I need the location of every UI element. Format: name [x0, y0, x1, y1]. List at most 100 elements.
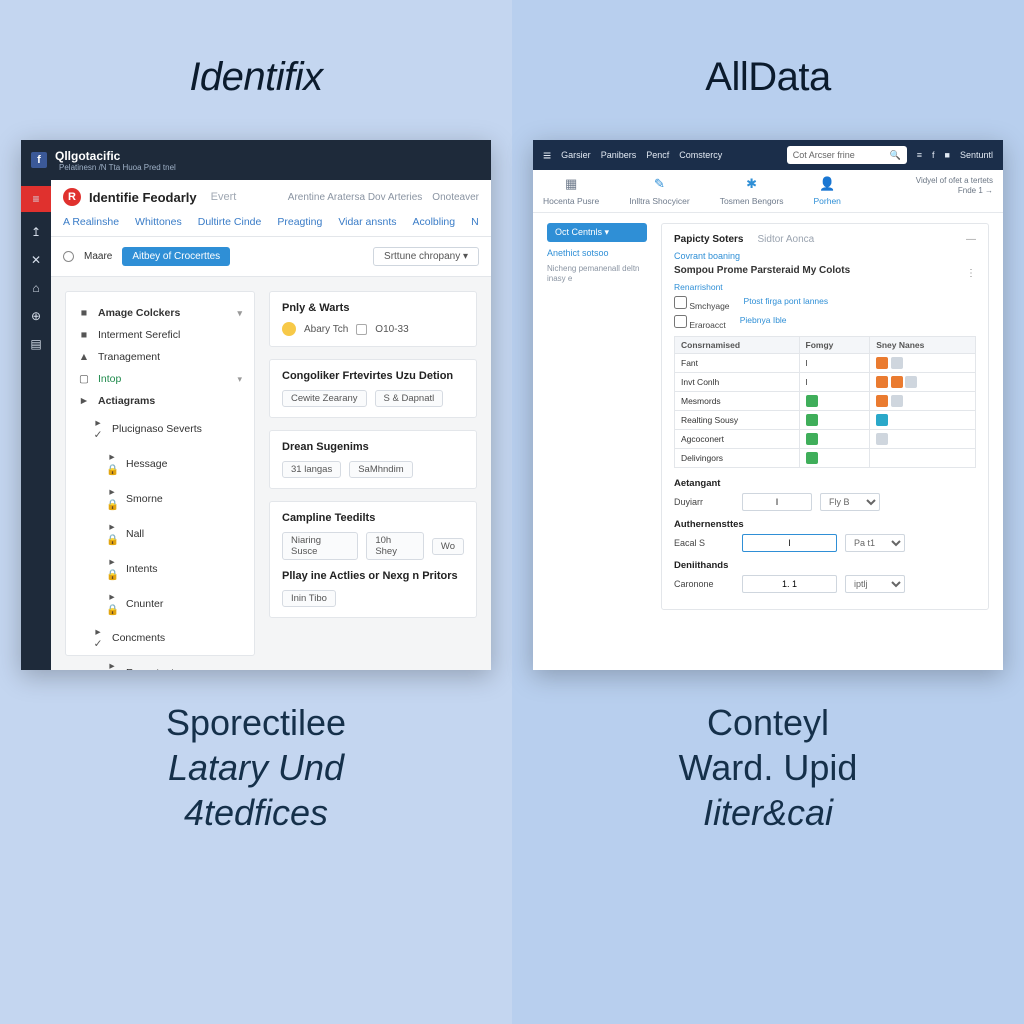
brand-name: Qllgotacific: [55, 149, 176, 163]
tab-5[interactable]: Acolbling: [413, 216, 456, 228]
panel-tab-2[interactable]: Sidtor Aonca: [757, 234, 814, 245]
tab-6[interactable]: N: [471, 216, 479, 228]
sidebar-item-1[interactable]: ■Interment Sereficl: [66, 324, 254, 346]
navtab-1[interactable]: ✎Inlltra Shocyicer: [629, 176, 689, 206]
cell: Agcoconert: [675, 430, 800, 449]
sidebar-item-8[interactable]: ▸ 🔒Nall: [66, 516, 254, 551]
dropdown-button[interactable]: Srttune chropany ▾: [373, 247, 479, 266]
checkbox-1[interactable]: [674, 296, 687, 309]
cell: [870, 430, 976, 449]
panel-link-3[interactable]: Piebnya Ible: [740, 315, 787, 330]
top-right-0[interactable]: ≡: [917, 150, 922, 160]
status-square-icon: [876, 433, 888, 445]
panel-tab-1[interactable]: Papicty Soters: [674, 234, 743, 245]
rail-building-icon[interactable]: ⌂: [28, 280, 44, 296]
chevron-down-icon: ▾: [237, 308, 242, 319]
navtab-3[interactable]: 👤Porhen: [814, 176, 841, 206]
table-row: Realting Sousy: [675, 411, 976, 430]
tree-icon: ►: [78, 395, 90, 407]
rail-user-icon[interactable]: ✕: [28, 252, 44, 268]
top-right-2[interactable]: ■: [945, 150, 950, 160]
sidebar-label: Plucignaso Severts: [112, 423, 202, 435]
pill[interactable]: 31 langas: [282, 461, 341, 478]
top-link-0[interactable]: Garsier: [561, 150, 591, 160]
card-2: Drean Sugenims31 langasSaMhndim: [269, 430, 477, 489]
tree-icon: ▸ 🔒: [106, 660, 118, 670]
menu-icon[interactable]: ≡: [543, 147, 551, 163]
radio-icon[interactable]: [63, 251, 74, 262]
collapse-icon[interactable]: —: [966, 234, 976, 245]
navtab-2[interactable]: ✱Tosmen Bengors: [720, 176, 784, 206]
radio-label: Maare: [84, 251, 112, 262]
top-link-1[interactable]: Panibers: [601, 150, 637, 160]
sidebar-label: Actiagrams: [98, 395, 155, 407]
rail-home-icon[interactable]: ≡: [21, 186, 51, 212]
sidebar-item-12[interactable]: ▸ 🔒Rasantontens: [66, 655, 254, 670]
tab-0[interactable]: A Realinshe: [63, 216, 119, 228]
sidebar-item-10[interactable]: ▸ 🔒Cnunter: [66, 586, 254, 621]
panel-link-2[interactable]: Ptost firga pont lannes: [744, 296, 829, 311]
navtab-0[interactable]: ▦Hocenta Pusre: [543, 176, 599, 206]
row1-input[interactable]: [742, 493, 812, 511]
sidebar-item-7[interactable]: ▸ 🔒Smorne: [66, 481, 254, 516]
sidebar-item-6[interactable]: ▸ 🔒Hessage: [66, 446, 254, 481]
sidebar-item-3[interactable]: ▢Intop▾: [66, 368, 254, 390]
side-link[interactable]: Anethict sotsoo: [547, 248, 647, 258]
sidebar-label: Intop: [98, 373, 121, 385]
checkbox-icon[interactable]: [356, 324, 367, 335]
hdr-meta-1[interactable]: Arentine Aratersa Dov Arteries: [288, 192, 423, 203]
sidebar-item-4[interactable]: ► Actiagrams: [66, 390, 254, 412]
tab-1[interactable]: Whittones: [135, 216, 182, 228]
pill[interactable]: Wo: [432, 538, 464, 555]
row3-select[interactable]: iptlj: [845, 575, 905, 593]
cell: [870, 354, 976, 373]
pill[interactable]: SaMhndim: [349, 461, 412, 478]
pill[interactable]: Cewite Zearany: [282, 390, 367, 407]
page-title: Identifie Feodarly: [89, 190, 197, 205]
search-input[interactable]: Cot Arcser frine 🔍: [787, 146, 907, 164]
checkbox-2[interactable]: [674, 315, 687, 328]
top-link-2[interactable]: Pencf: [646, 150, 669, 160]
row2-select[interactable]: Pa t1: [845, 534, 905, 552]
sidebar-item-11[interactable]: ▸ ✓Concments: [66, 621, 254, 655]
side-note: Nicheng pemanenall deltn inasy e: [547, 264, 647, 285]
row3-input[interactable]: [742, 575, 837, 593]
more-icon[interactable]: ⋮: [966, 268, 976, 279]
ad-topbar: ≡ Garsier Panibers Pencf Comstercy Cot A…: [533, 140, 1003, 170]
header-avatar: R: [63, 188, 81, 206]
th-0: Consrnamised: [675, 337, 800, 354]
panel-subtitle[interactable]: Covrant boaning: [674, 251, 976, 261]
sidebar-item-5[interactable]: ▸ ✓ Plucignaso Severts: [66, 412, 254, 446]
tab-2[interactable]: Dultirte Cinde: [198, 216, 262, 228]
sidebar-item-2[interactable]: ▲Tranagement: [66, 346, 254, 368]
tree-icon: ▸ ✓: [92, 417, 104, 441]
dropdown-button[interactable]: Oct Centnls ▾: [547, 223, 647, 242]
pill[interactable]: Niaring Susce: [282, 532, 358, 560]
top-link-3[interactable]: Comstercy: [679, 150, 722, 160]
row2-input[interactable]: [742, 534, 837, 552]
top-right-1[interactable]: f: [932, 150, 935, 160]
sidebar-item-0[interactable]: ■Amage Colckers▾: [66, 302, 254, 324]
pill[interactable]: S & Dapnatl: [375, 390, 444, 407]
rail-doc-icon[interactable]: ▤: [28, 336, 44, 352]
rail-upload-icon[interactable]: ↥: [28, 224, 44, 240]
left-caption: Sporectilee Latary Und 4tedfices: [0, 700, 512, 835]
row1-select[interactable]: Fly B: [820, 493, 880, 511]
primary-button[interactable]: Aitbey of Crocerttes: [122, 247, 230, 266]
panel-link-1[interactable]: Renarrishont: [674, 282, 976, 292]
pill[interactable]: Inin Tibo: [282, 590, 336, 607]
rail-globe-icon[interactable]: ⊕: [28, 308, 44, 324]
cell: [870, 411, 976, 430]
pill[interactable]: 10h Shey: [366, 532, 424, 560]
alldata-shot: ≡ Garsier Panibers Pencf Comstercy Cot A…: [533, 140, 1003, 670]
top-right-3[interactable]: Sentuntl: [960, 150, 993, 160]
tab-4[interactable]: Vidar ansnts: [338, 216, 396, 228]
left-title: Identifix: [0, 55, 512, 100]
tab-3[interactable]: Preagting: [277, 216, 322, 228]
right-caption: Conteyl Ward. Upid Iiter&cai: [512, 700, 1024, 835]
sidebar-label: Tranagement: [98, 351, 160, 363]
sidebar-label: Smorne: [126, 493, 163, 505]
identifix-shot: f Qllgotacific Pelatinesn /N Tta Huoa Pr…: [21, 140, 491, 670]
hdr-meta-2[interactable]: Onoteaver: [432, 192, 479, 203]
sidebar-item-9[interactable]: ▸ 🔒Intents: [66, 551, 254, 586]
